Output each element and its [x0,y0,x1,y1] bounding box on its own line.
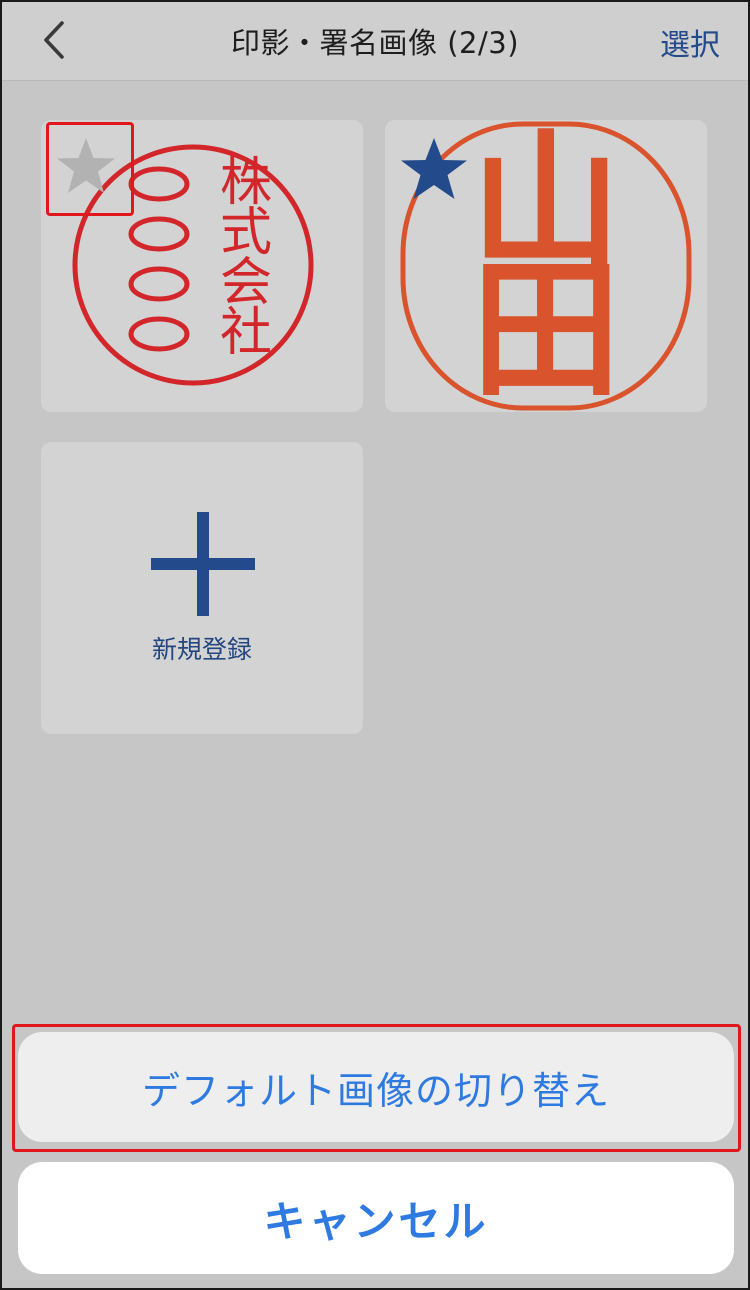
seal-image-tile-company[interactable]: 株 式 会 社 [41,120,363,412]
navigation-bar: 印影・署名画像 (2/3) 選択 [2,2,748,81]
seal-image-tile-yamada[interactable]: 山 田 [385,120,707,412]
seal-char: 田 [471,244,621,412]
plus-icon [151,512,255,616]
select-button[interactable]: 選択 [660,20,720,64]
app-screen: 印影・署名画像 (2/3) 選択 株 式 会 社 山 田 新規登録 デフォルト画… [0,0,750,1290]
cancel-button[interactable]: キャンセル [18,1162,734,1274]
seal-char: 社 [220,303,272,363]
highlight-box-switch-default [12,1024,741,1152]
add-new-tile[interactable]: 新規登録 [41,442,363,734]
highlight-box-star [46,122,134,216]
add-new-label: 新規登録 [151,635,252,664]
default-star-icon-active[interactable] [399,136,469,202]
page-title: 印影・署名画像 (2/3) [230,26,520,60]
